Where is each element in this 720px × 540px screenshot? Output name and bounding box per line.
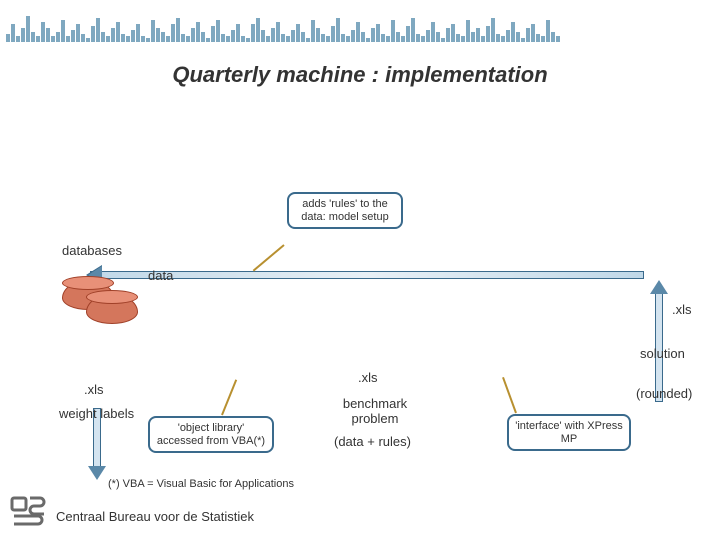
decor-bars [0, 0, 720, 42]
flow-arrow-right-up [652, 282, 666, 402]
slide: Quarterly machine : implementation datab… [0, 0, 720, 540]
callout-object-library: 'object library' accessed from VBA(*) [148, 416, 274, 453]
cbs-logo-icon [10, 496, 46, 530]
xls-label: .xls [84, 382, 104, 397]
footnote: (*) VBA = Visual Basic for Applications [108, 478, 294, 490]
database-icon [86, 294, 138, 324]
data-rules-label: (data + rules) [334, 434, 411, 449]
rounded-label: (rounded) [636, 386, 692, 401]
xls-label-2: .xls [358, 370, 378, 385]
xls-label-3: .xls [672, 302, 692, 317]
benchmark-problem-label: benchmark problem [330, 396, 420, 426]
data-label: data [148, 268, 173, 283]
flow-arrow-top [90, 268, 652, 282]
solution-label: solution [640, 346, 685, 361]
callout-line [502, 377, 517, 413]
page-title: Quarterly machine : implementation [0, 62, 720, 88]
weight-labels-text: weight labels [59, 406, 134, 421]
callout-adds-rules: adds 'rules' to the data: model setup [287, 192, 403, 229]
callout-line [221, 379, 237, 415]
callout-interface: 'interface' with XPress MP [507, 414, 631, 451]
footer-text: Centraal Bureau voor de Statistiek [56, 509, 254, 524]
databases-label: databases [62, 243, 122, 258]
